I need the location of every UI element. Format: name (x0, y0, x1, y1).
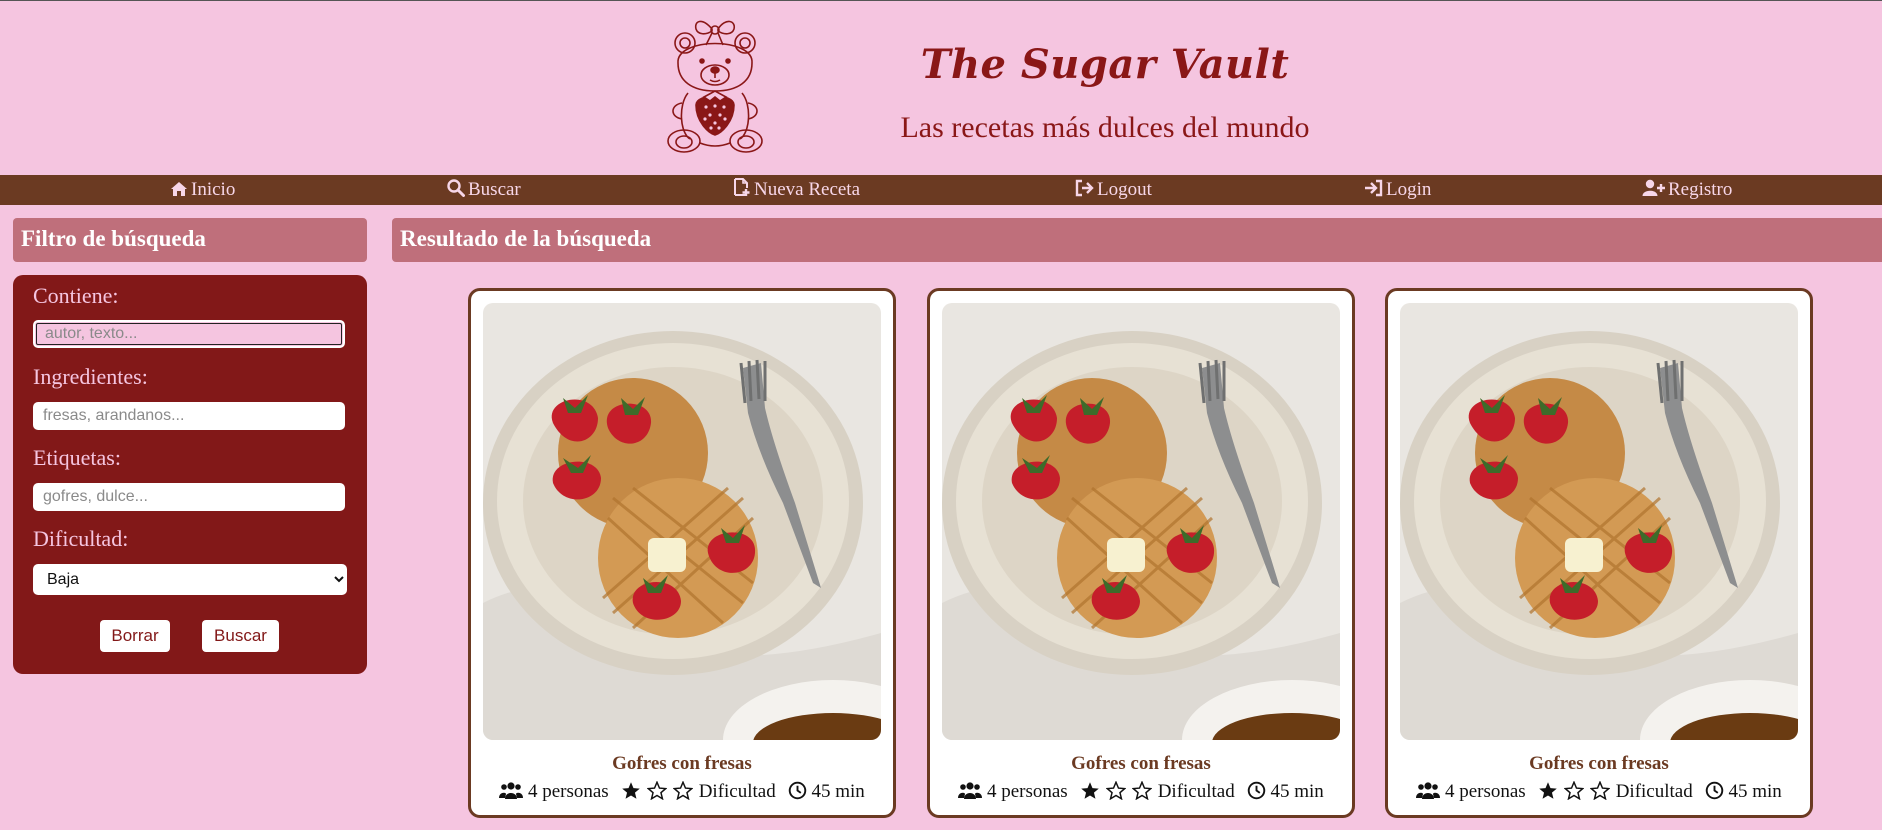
star-icon (646, 780, 668, 801)
prep-time: 45 min (1728, 781, 1782, 802)
recipe-photo (483, 303, 881, 740)
filter-title: Filtro de búsqueda (21, 226, 206, 251)
star-icon (1589, 780, 1611, 801)
nav-item-logout[interactable]: Logout (1075, 175, 1152, 205)
recipe-photo (1400, 303, 1798, 740)
login-icon (1365, 179, 1383, 197)
user-plus-icon (1642, 179, 1665, 196)
ingredients-input[interactable] (33, 402, 345, 430)
filter-panel: Contiene: Ingredientes: Etiquetas: Dific… (13, 275, 367, 674)
star-icon (672, 780, 694, 801)
users-icon (958, 782, 983, 799)
search-button[interactable]: Buscar (202, 620, 279, 652)
difficulty-text: Dificultad (698, 781, 776, 802)
nav-item-buscar[interactable]: Buscar (447, 175, 521, 205)
people-count: 4 personas (527, 781, 609, 802)
ingredients-label: Ingredientes: (33, 364, 148, 389)
contains-input[interactable] (33, 320, 345, 348)
recipe-card[interactable]: Gofres con fresas 4 personas Dificultad 4… (927, 288, 1355, 818)
recipe-image[interactable] (942, 303, 1340, 740)
nav-item-inicio[interactable]: Inicio (170, 175, 235, 205)
filter-header: Filtro de búsqueda (13, 218, 367, 262)
recipe-meta: 4 personas Dificultad 45 min (471, 780, 893, 803)
main-nav: Inicio Buscar Nueva Receta Logout Login … (0, 175, 1882, 205)
recipe-image[interactable] (1400, 303, 1798, 740)
clock-icon (1705, 781, 1723, 800)
star-icon (621, 782, 640, 799)
recipe-title[interactable]: Gofres con fresas (471, 753, 893, 775)
people-count: 4 personas (1444, 781, 1526, 802)
nav-item-nueva-receta[interactable]: Nueva Receta (733, 175, 860, 205)
clock-icon (788, 781, 806, 800)
recipe-meta: 4 personas Dificultad 45 min (930, 780, 1352, 803)
site-subtitle: Las recetas más dulces del mundo (900, 111, 1310, 144)
difficulty-select[interactable]: Baja (33, 564, 347, 595)
nav-label: Login (1386, 179, 1432, 200)
clock-icon (1247, 781, 1265, 800)
results-title: Resultado de la búsqueda (400, 226, 652, 251)
prep-time: 45 min (811, 781, 865, 802)
difficulty-text: Dificultad (1157, 781, 1235, 802)
contains-label: Contiene: (33, 283, 119, 308)
difficulty-text: Dificultad (1615, 781, 1693, 802)
recipe-meta: 4 personas Dificultad 45 min (1388, 780, 1810, 803)
recipe-card[interactable]: Gofres con fresas 4 personas Dificultad 4… (1385, 288, 1813, 818)
site-header: The Sugar Vault Las recetas más dulces d… (0, 1, 1882, 175)
nav-item-login[interactable]: Login (1364, 175, 1431, 205)
prep-time: 45 min (1270, 781, 1324, 802)
nav-label: Registro (1668, 179, 1733, 200)
star-icon (1105, 780, 1127, 801)
nav-label: Logout (1097, 179, 1152, 200)
recipe-photo (942, 303, 1340, 740)
file-plus-icon (734, 178, 750, 196)
nav-label: Inicio (191, 179, 236, 200)
logout-icon (1075, 179, 1094, 197)
results-header: Resultado de la búsqueda (392, 218, 1882, 262)
recipe-image[interactable] (483, 303, 881, 740)
recipe-title[interactable]: Gofres con fresas (930, 753, 1352, 775)
site-title: The Sugar Vault (920, 41, 1290, 88)
star-icon (1563, 780, 1585, 801)
tags-input[interactable] (33, 483, 345, 511)
clear-button[interactable]: Borrar (100, 620, 170, 652)
nav-item-registro[interactable]: Registro (1642, 175, 1732, 205)
search-icon (447, 179, 465, 197)
nav-label: Buscar (468, 179, 521, 200)
star-icon (1131, 780, 1153, 801)
difficulty-label: Dificultad: (33, 526, 129, 551)
users-icon (499, 782, 524, 799)
teddy-bear-strawberry-icon (667, 20, 763, 153)
nav-label: Nueva Receta (754, 179, 861, 200)
tags-label: Etiquetas: (33, 445, 121, 470)
recipe-card[interactable]: Gofres con fresas 4 personas Dificultad 4… (468, 288, 896, 818)
people-count: 4 personas (986, 781, 1068, 802)
star-icon (1080, 782, 1099, 799)
home-icon (171, 182, 187, 196)
users-icon (1416, 782, 1441, 799)
recipe-title[interactable]: Gofres con fresas (1388, 753, 1810, 775)
star-icon (1538, 782, 1557, 799)
